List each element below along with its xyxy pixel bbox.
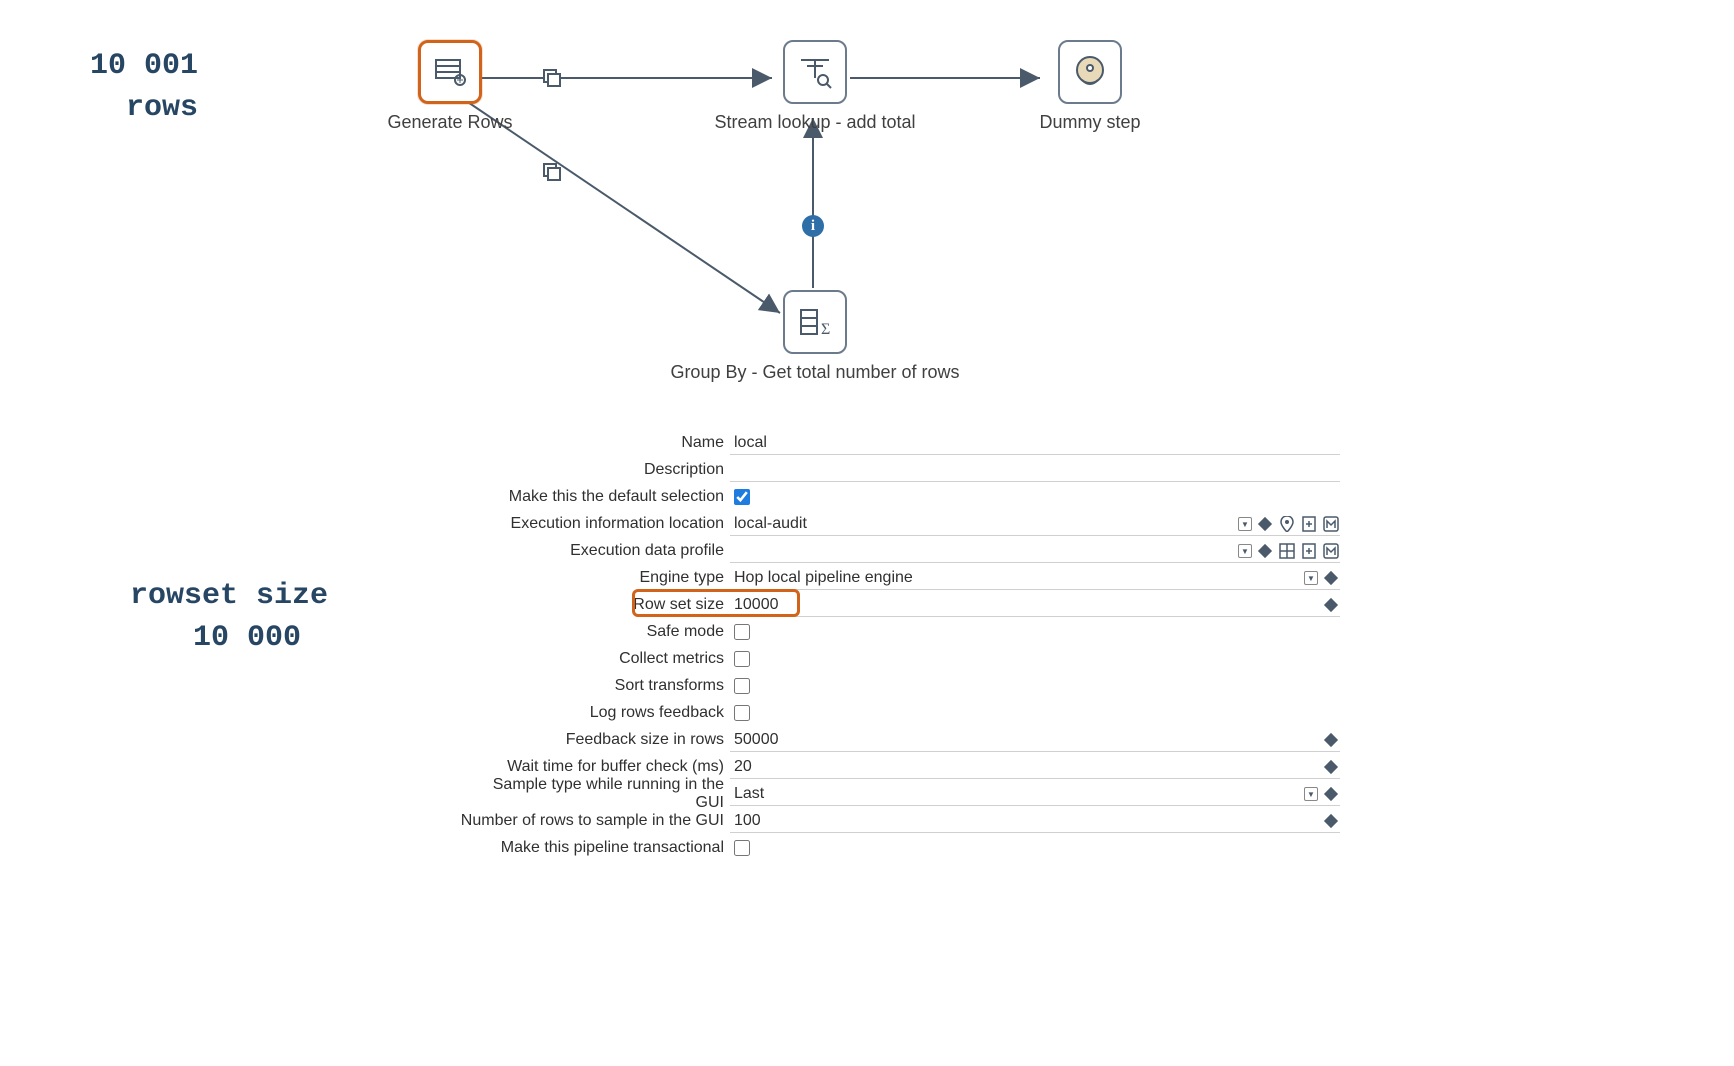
group-by-icon: Σ: [783, 290, 847, 354]
transactional-field: [730, 836, 1340, 860]
log-rows-feedback-field: [730, 701, 1340, 725]
variable-diamond-icon[interactable]: [1322, 812, 1340, 830]
rows-count-annotation: 10 001 rows: [90, 45, 198, 129]
dropdown-icon[interactable]: ▼: [1238, 544, 1252, 558]
sample-type-label: Sample type while running in the GUI: [460, 776, 730, 812]
dropdown-icon[interactable]: ▼: [1238, 517, 1252, 531]
stream-lookup-icon: [783, 40, 847, 104]
generate-rows-icon: [418, 40, 482, 104]
node-label: Dummy step: [1020, 112, 1160, 133]
default-selection-field: [730, 485, 1340, 509]
row-set-size-field[interactable]: 10000: [730, 593, 1340, 617]
variable-diamond-icon[interactable]: [1322, 596, 1340, 614]
info-hop-badge: i: [802, 215, 824, 237]
name-value: local: [734, 434, 767, 452]
rowset-size-annotation: rowset size 10 000: [130, 575, 328, 659]
row-set-size-label: Row set size: [460, 596, 730, 614]
wait-time-field[interactable]: 20: [730, 755, 1340, 779]
run-config-form: Name local Description Make this the def…: [460, 430, 1340, 862]
dummy-step-icon: [1058, 40, 1122, 104]
dropdown-icon[interactable]: ▼: [1304, 787, 1318, 801]
exec-data-profile-label: Execution data profile: [460, 542, 730, 560]
metadata-icon[interactable]: [1322, 515, 1340, 533]
grid-icon[interactable]: [1278, 542, 1296, 560]
node-label: Stream lookup - add total: [710, 112, 920, 133]
copy-hop-icon: [540, 160, 564, 184]
dropdown-icon[interactable]: ▼: [1304, 571, 1318, 585]
log-rows-feedback-label: Log rows feedback: [460, 704, 730, 722]
sample-rows-field[interactable]: 100: [730, 809, 1340, 833]
sort-transforms-label: Sort transforms: [460, 677, 730, 695]
wait-time-value: 20: [734, 758, 752, 776]
sort-transforms-checkbox[interactable]: [734, 678, 750, 694]
sample-type-field[interactable]: Last ▼: [730, 782, 1340, 806]
row-set-size-value: 10000: [734, 596, 779, 614]
sample-rows-value: 100: [734, 812, 761, 830]
node-generate-rows[interactable]: Generate Rows: [380, 40, 520, 133]
node-dummy-step[interactable]: Dummy step: [1020, 40, 1160, 133]
feedback-size-value: 50000: [734, 731, 779, 749]
feedback-size-label: Feedback size in rows: [460, 731, 730, 749]
add-file-icon[interactable]: [1300, 515, 1318, 533]
transactional-label: Make this pipeline transactional: [460, 839, 730, 857]
exec-data-profile-field[interactable]: ▼: [730, 539, 1340, 563]
engine-type-label: Engine type: [460, 569, 730, 587]
log-rows-feedback-checkbox[interactable]: [734, 705, 750, 721]
transactional-checkbox[interactable]: [734, 840, 750, 856]
name-field[interactable]: local: [730, 431, 1340, 455]
variable-diamond-icon[interactable]: [1322, 758, 1340, 776]
node-label: Group By - Get total number of rows: [670, 362, 960, 383]
description-field[interactable]: [730, 458, 1340, 482]
sample-rows-label: Number of rows to sample in the GUI: [460, 812, 730, 830]
engine-type-field[interactable]: Hop local pipeline engine ▼: [730, 566, 1340, 590]
node-label: Generate Rows: [380, 112, 520, 133]
variable-diamond-icon[interactable]: [1256, 515, 1274, 533]
engine-type-value: Hop local pipeline engine: [734, 569, 913, 587]
svg-text:Σ: Σ: [821, 321, 830, 338]
collect-metrics-checkbox[interactable]: [734, 651, 750, 667]
variable-diamond-icon[interactable]: [1256, 542, 1274, 560]
exec-info-location-value: local-audit: [734, 515, 807, 533]
wait-time-label: Wait time for buffer check (ms): [460, 758, 730, 776]
description-label: Description: [460, 461, 730, 479]
pipeline-diagram: i Generate Rows Stream lookup - add tota: [340, 30, 1190, 400]
default-selection-checkbox[interactable]: [734, 489, 750, 505]
collect-metrics-field: [730, 647, 1340, 671]
collect-metrics-label: Collect metrics: [460, 650, 730, 668]
add-file-icon[interactable]: [1300, 542, 1318, 560]
name-label: Name: [460, 434, 730, 452]
node-stream-lookup[interactable]: Stream lookup - add total: [710, 40, 920, 133]
default-selection-label: Make this the default selection: [460, 488, 730, 506]
exec-info-location-field[interactable]: local-audit ▼: [730, 512, 1340, 536]
sort-transforms-field: [730, 674, 1340, 698]
node-group-by[interactable]: Σ Group By - Get total number of rows: [670, 290, 960, 383]
sample-type-value: Last: [734, 785, 764, 803]
safe-mode-label: Safe mode: [460, 623, 730, 641]
variable-diamond-icon[interactable]: [1322, 785, 1340, 803]
variable-diamond-icon[interactable]: [1322, 569, 1340, 587]
pin-icon[interactable]: [1278, 515, 1296, 533]
safe-mode-field: [730, 620, 1340, 644]
exec-info-location-label: Execution information location: [460, 515, 730, 533]
variable-diamond-icon[interactable]: [1322, 731, 1340, 749]
feedback-size-field[interactable]: 50000: [730, 728, 1340, 752]
metadata-icon[interactable]: [1322, 542, 1340, 560]
safe-mode-checkbox[interactable]: [734, 624, 750, 640]
copy-hop-icon: [540, 66, 564, 90]
